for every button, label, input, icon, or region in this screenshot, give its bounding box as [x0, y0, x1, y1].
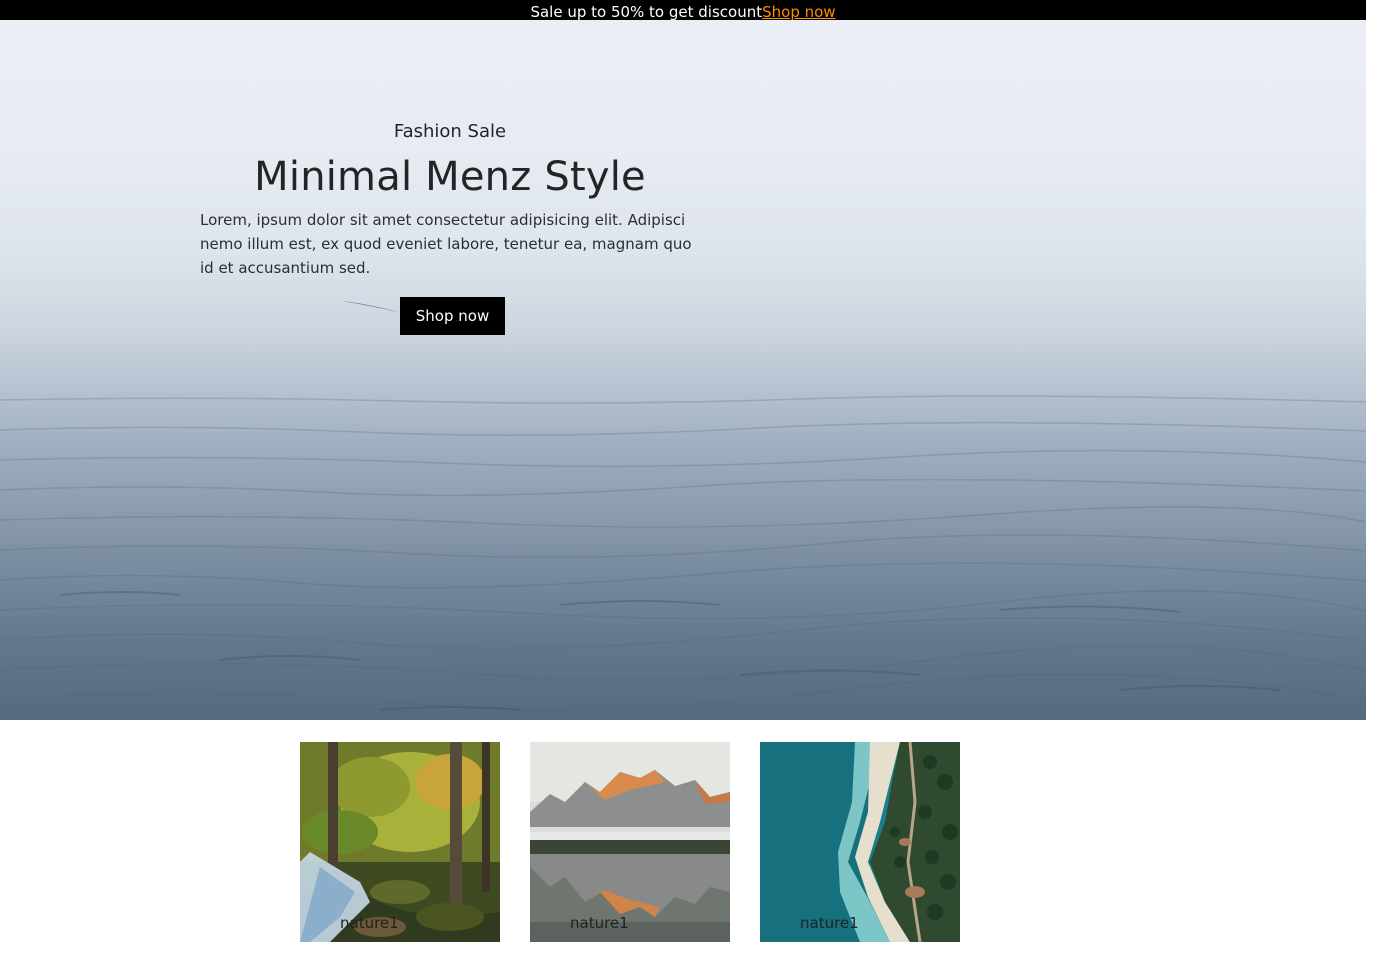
announcement-text: Sale up to 50% to get discount [530, 3, 763, 20]
gallery-caption: nature1 [340, 914, 399, 932]
mountain-lake-image [530, 742, 730, 942]
gallery-caption: nature1 [570, 914, 629, 932]
forest-waterfall-image [300, 742, 500, 942]
hero-banner: Fashion Sale Minimal Menz Style Lorem, i… [0, 20, 1366, 720]
hero-title: Minimal Menz Style [254, 154, 646, 200]
hero-content: Fashion Sale Minimal Menz Style Lorem, i… [200, 120, 700, 335]
hero-actions: Shop now [200, 297, 700, 335]
aerial-coast-image [760, 742, 960, 942]
gallery-card[interactable]: nature1 [760, 742, 960, 942]
hero-shop-button[interactable]: Shop now [400, 297, 505, 335]
hero-eyebrow: Fashion Sale [393, 121, 507, 142]
announcement-bar: Sale up to 50% to get discountShop now [0, 0, 1366, 20]
hero-description: Lorem, ipsum dolor sit amet consectetur … [200, 211, 692, 277]
announcement-shop-link[interactable]: Shop now [762, 3, 835, 20]
gallery: nature1 nature1 nature1 [300, 742, 960, 942]
gallery-card[interactable]: nature1 [530, 742, 730, 942]
gallery-card[interactable]: nature1 [300, 742, 500, 942]
bird-icon [342, 301, 402, 313]
gallery-caption: nature1 [800, 914, 859, 932]
